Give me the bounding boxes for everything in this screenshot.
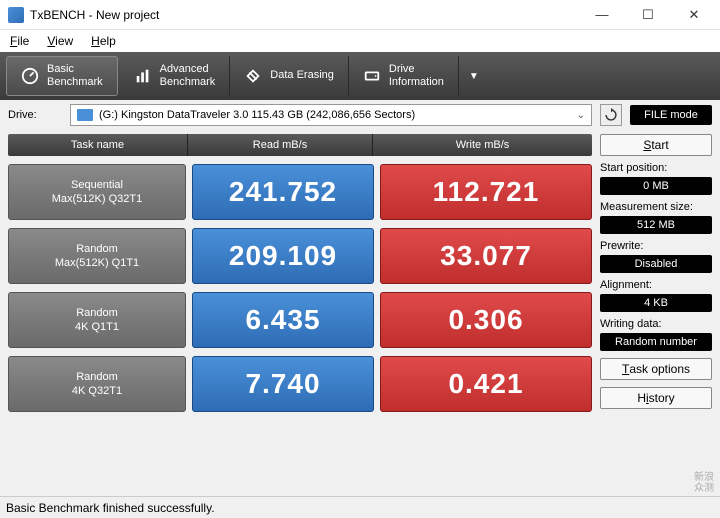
side-panel: Start Start position: 0 MB Measurement s…: [600, 134, 712, 412]
drive-value: (G:) Kingston DataTraveler 3.0 115.43 GB…: [99, 109, 415, 121]
tab-basic-benchmark[interactable]: BasicBenchmark: [6, 56, 118, 96]
alignment-label: Alignment:: [600, 279, 712, 291]
toolbar: BasicBenchmark AdvancedBenchmark Data Er…: [0, 52, 720, 100]
drive-row: Drive: (G:) Kingston DataTraveler 3.0 11…: [0, 100, 720, 130]
basic-label-2: Benchmark: [47, 76, 103, 88]
write-value: 33.077: [380, 228, 592, 284]
read-value: 241.752: [192, 164, 374, 220]
drive-icon: [363, 67, 381, 85]
menu-help[interactable]: Help: [91, 34, 116, 48]
writing-data-label: Writing data:: [600, 318, 712, 330]
tab-drive-information[interactable]: DriveInformation: [349, 56, 459, 96]
app-icon: [8, 7, 24, 23]
header-write: Write mB/s: [373, 134, 592, 156]
header-task: Task name: [8, 134, 188, 156]
task-name[interactable]: Random4K Q1T1: [8, 292, 186, 348]
write-value: 0.421: [380, 356, 592, 412]
titlebar: TxBENCH - New project — ☐ ✕: [0, 0, 720, 30]
task-name[interactable]: RandomMax(512K) Q1T1: [8, 228, 186, 284]
prewrite-label: Prewrite:: [600, 240, 712, 252]
task-name-line1: Sequential: [71, 178, 123, 192]
task-name-line1: Random: [76, 370, 118, 384]
test-row: SequentialMax(512K) Q32T1241.752112.721: [8, 164, 592, 220]
chevron-down-icon: ⌄: [577, 110, 585, 121]
results-panel: Task name Read mB/s Write mB/s Sequentia…: [8, 134, 592, 412]
adv-label-2: Benchmark: [160, 76, 216, 88]
menu-view[interactable]: View: [47, 34, 73, 48]
write-value: 0.306: [380, 292, 592, 348]
close-button[interactable]: ✕: [680, 5, 708, 25]
test-row: Random4K Q1T16.4350.306: [8, 292, 592, 348]
task-name[interactable]: SequentialMax(512K) Q32T1: [8, 164, 186, 220]
writing-data-value[interactable]: Random number: [600, 333, 712, 351]
basic-label-1: Basic: [47, 63, 74, 75]
start-button[interactable]: Start: [600, 134, 712, 156]
read-value: 6.435: [192, 292, 374, 348]
minimize-button[interactable]: —: [588, 5, 616, 25]
window-title: TxBENCH - New project: [30, 8, 588, 22]
start-position-value[interactable]: 0 MB: [600, 177, 712, 195]
history-button[interactable]: History: [600, 387, 712, 409]
drive-label-2: Information: [389, 76, 444, 88]
write-value: 112.721: [380, 164, 592, 220]
task-name-line2: Max(512K) Q1T1: [55, 256, 139, 270]
gauge-icon: [21, 67, 39, 85]
drive-label-1: Drive: [389, 63, 415, 75]
menu-file[interactable]: File: [10, 34, 29, 48]
drive-label: Drive:: [8, 109, 62, 121]
header-read: Read mB/s: [188, 134, 373, 156]
test-row: RandomMax(512K) Q1T1209.10933.077: [8, 228, 592, 284]
file-mode-badge: FILE mode: [630, 105, 712, 125]
task-name-line1: Random: [76, 242, 118, 256]
task-name[interactable]: Random4K Q32T1: [8, 356, 186, 412]
erase-label: Data Erasing: [270, 69, 334, 82]
watermark: 新浪众测: [694, 472, 714, 494]
task-name-line2: 4K Q32T1: [72, 384, 122, 398]
task-name-line1: Random: [76, 306, 118, 320]
window-controls: — ☐ ✕: [588, 5, 708, 25]
reload-icon: [604, 108, 618, 122]
tab-advanced-benchmark[interactable]: AdvancedBenchmark: [120, 56, 231, 96]
test-row: Random4K Q32T17.7400.421: [8, 356, 592, 412]
read-value: 7.740: [192, 356, 374, 412]
drive-select[interactable]: (G:) Kingston DataTraveler 3.0 115.43 GB…: [70, 104, 592, 126]
measurement-size-label: Measurement size:: [600, 201, 712, 213]
reload-button[interactable]: [600, 104, 622, 126]
read-value: 209.109: [192, 228, 374, 284]
start-position-label: Start position:: [600, 162, 712, 174]
measurement-size-value[interactable]: 512 MB: [600, 216, 712, 234]
tab-data-erasing[interactable]: Data Erasing: [230, 56, 349, 96]
usb-drive-icon: [77, 109, 93, 121]
results-header: Task name Read mB/s Write mB/s: [8, 134, 592, 156]
statusbar: Basic Benchmark finished successfully.: [0, 496, 720, 518]
menubar: File View Help: [0, 30, 720, 52]
maximize-button[interactable]: ☐: [634, 5, 662, 25]
task-name-line2: 4K Q1T1: [75, 320, 119, 334]
toolbar-overflow[interactable]: ▼: [459, 71, 489, 82]
content: Task name Read mB/s Write mB/s Sequentia…: [0, 130, 720, 412]
erase-icon: [244, 67, 262, 85]
task-options-button[interactable]: Task options: [600, 358, 712, 380]
prewrite-value[interactable]: Disabled: [600, 255, 712, 273]
alignment-value[interactable]: 4 KB: [600, 294, 712, 312]
chart-icon: [134, 67, 152, 85]
adv-label-1: Advanced: [160, 63, 209, 75]
task-name-line2: Max(512K) Q32T1: [52, 192, 142, 206]
